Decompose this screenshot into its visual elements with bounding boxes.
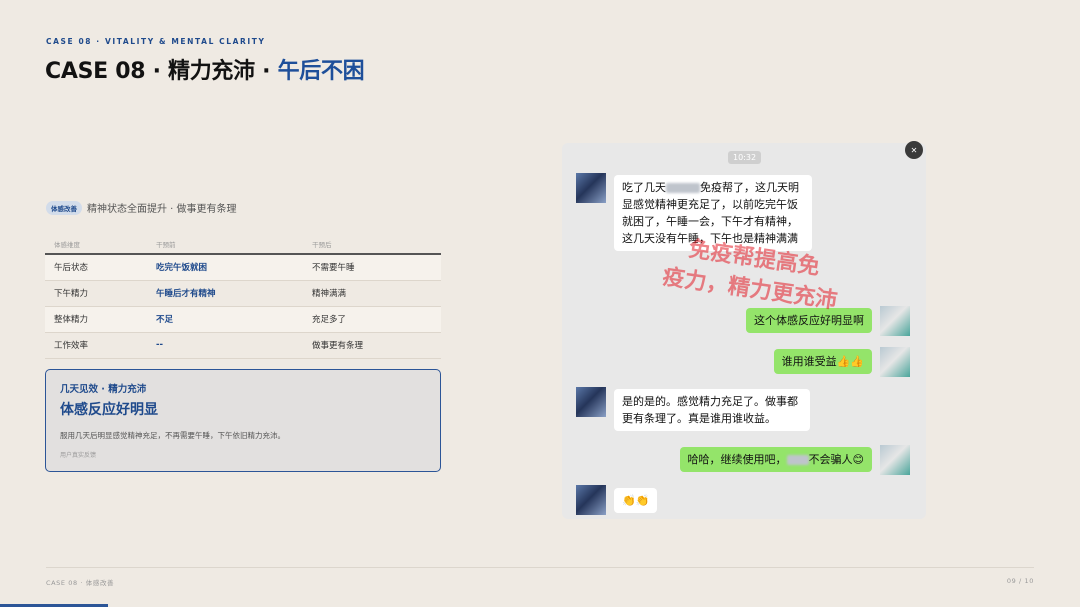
avatar (576, 485, 606, 515)
cell-after: 不需要午睡 (303, 254, 441, 281)
cell-dimension: 下午精力 (45, 280, 147, 307)
close-icon[interactable]: ✕ (905, 141, 923, 159)
summary-text: 精神状态全面提升 · 做事更有条理 (87, 204, 237, 215)
comparison-table: 体感维度 干预前 干预后 午后状态 吃完午饭就困 不需要午睡 下午精力 午睡后才… (45, 234, 441, 359)
cell-before: -- (147, 332, 303, 359)
cell-dimension: 午后状态 (45, 254, 147, 281)
table-row: 整体精力 不足 充足多了 (45, 306, 441, 333)
chat-bubble-right: 哈哈，继续使用吧， 不会骗人😊 (679, 447, 872, 472)
chat-bubble-right: 这个体感反应好明显啊 (746, 308, 872, 333)
avatar (576, 173, 606, 203)
highlight-callout: 几天见效 · 精力充沛 体感反应好明显 服用几天后明显感觉精神充足，不再需要午睡… (45, 369, 441, 472)
message-text: 谁用谁受益👍👍 (781, 355, 864, 368)
avatar (880, 445, 910, 475)
callout-body: 服用几天后明显感觉精神充足，不再需要午睡，下午依旧精力充沛。 (60, 431, 285, 440)
chat-timestamp: 10:32 (728, 151, 762, 164)
message-text: 哈哈，继续使用吧， (687, 453, 787, 466)
chat-bubble-right: 谁用谁受益👍👍 (773, 349, 872, 374)
table-row: 午后状态 吃完午饭就困 不需要午睡 (45, 254, 441, 281)
footer-divider (46, 567, 1034, 568)
message-text: 不会骗人😊 (808, 453, 864, 466)
message-text: 吃了几天 (622, 181, 666, 194)
message-text: 是的是的。感觉精力充足了。做事都更有条理了。真是谁用谁收益。 (622, 395, 798, 425)
table-row: 下午精力 午睡后才有精神 精神满满 (45, 280, 441, 307)
avatar (880, 347, 910, 377)
callout-source: 用户真实反馈 (60, 452, 97, 459)
eyebrow-label: CASE 08 · VITALITY & MENTAL CLARITY (46, 37, 266, 46)
redacted-text (666, 183, 700, 193)
avatar (880, 306, 910, 336)
title-main: CASE 08 · 精力充沛 · (45, 59, 278, 84)
header-after: 干预后 (303, 234, 441, 255)
cell-dimension: 整体精力 (45, 306, 147, 333)
page-title: CASE 08 · 精力充沛 · 午后不困 (45, 53, 365, 85)
cell-after: 做事更有条理 (303, 332, 441, 359)
chat-bubble-left: 吃了几天 免疫帮了，这几天明显感觉精神更充足了，以前吃完午饭就困了，午睡一会，下午… (614, 175, 812, 251)
page-number: 09 / 10 (1006, 577, 1034, 585)
category-badge: 体感改善 (46, 200, 82, 215)
cell-after: 充足多了 (303, 306, 441, 333)
table-header-row: 体感维度 干预前 干预后 (45, 234, 441, 255)
redacted-text (786, 455, 809, 465)
footer-section-label: CASE 08 · 体感改善 (46, 579, 115, 587)
callout-title: 体感反应好明显 (60, 402, 158, 418)
cell-after: 精神满满 (303, 280, 441, 307)
message-text: 👏👏 (622, 494, 650, 507)
message-text: 这个体感反应好明显啊 (754, 314, 864, 327)
cell-before: 吃完午饭就困 (147, 254, 303, 281)
avatar (576, 387, 606, 417)
cell-before: 午睡后才有精神 (147, 280, 303, 307)
summary-row: 体感改善 精神状态全面提升 · 做事更有条理 (46, 200, 237, 215)
cell-before: 不足 (147, 306, 303, 333)
title-accent: 午后不困 (277, 59, 365, 84)
chat-screenshot: 10:32 吃了几天 免疫帮了，这几天明显感觉精神更充足了，以前吃完午饭就困了，午… (562, 143, 926, 519)
chat-bubble-left: 👏👏 (614, 488, 658, 513)
header-before: 干预前 (147, 234, 303, 255)
callout-eyebrow: 几天见效 · 精力充沛 (60, 384, 147, 395)
table-row: 工作效率 -- 做事更有条理 (45, 332, 441, 359)
chat-bubble-left: 是的是的。感觉精力充足了。做事都更有条理了。真是谁用谁收益。 (614, 389, 810, 431)
header-dimension: 体感维度 (45, 234, 147, 255)
cell-dimension: 工作效率 (45, 332, 147, 359)
